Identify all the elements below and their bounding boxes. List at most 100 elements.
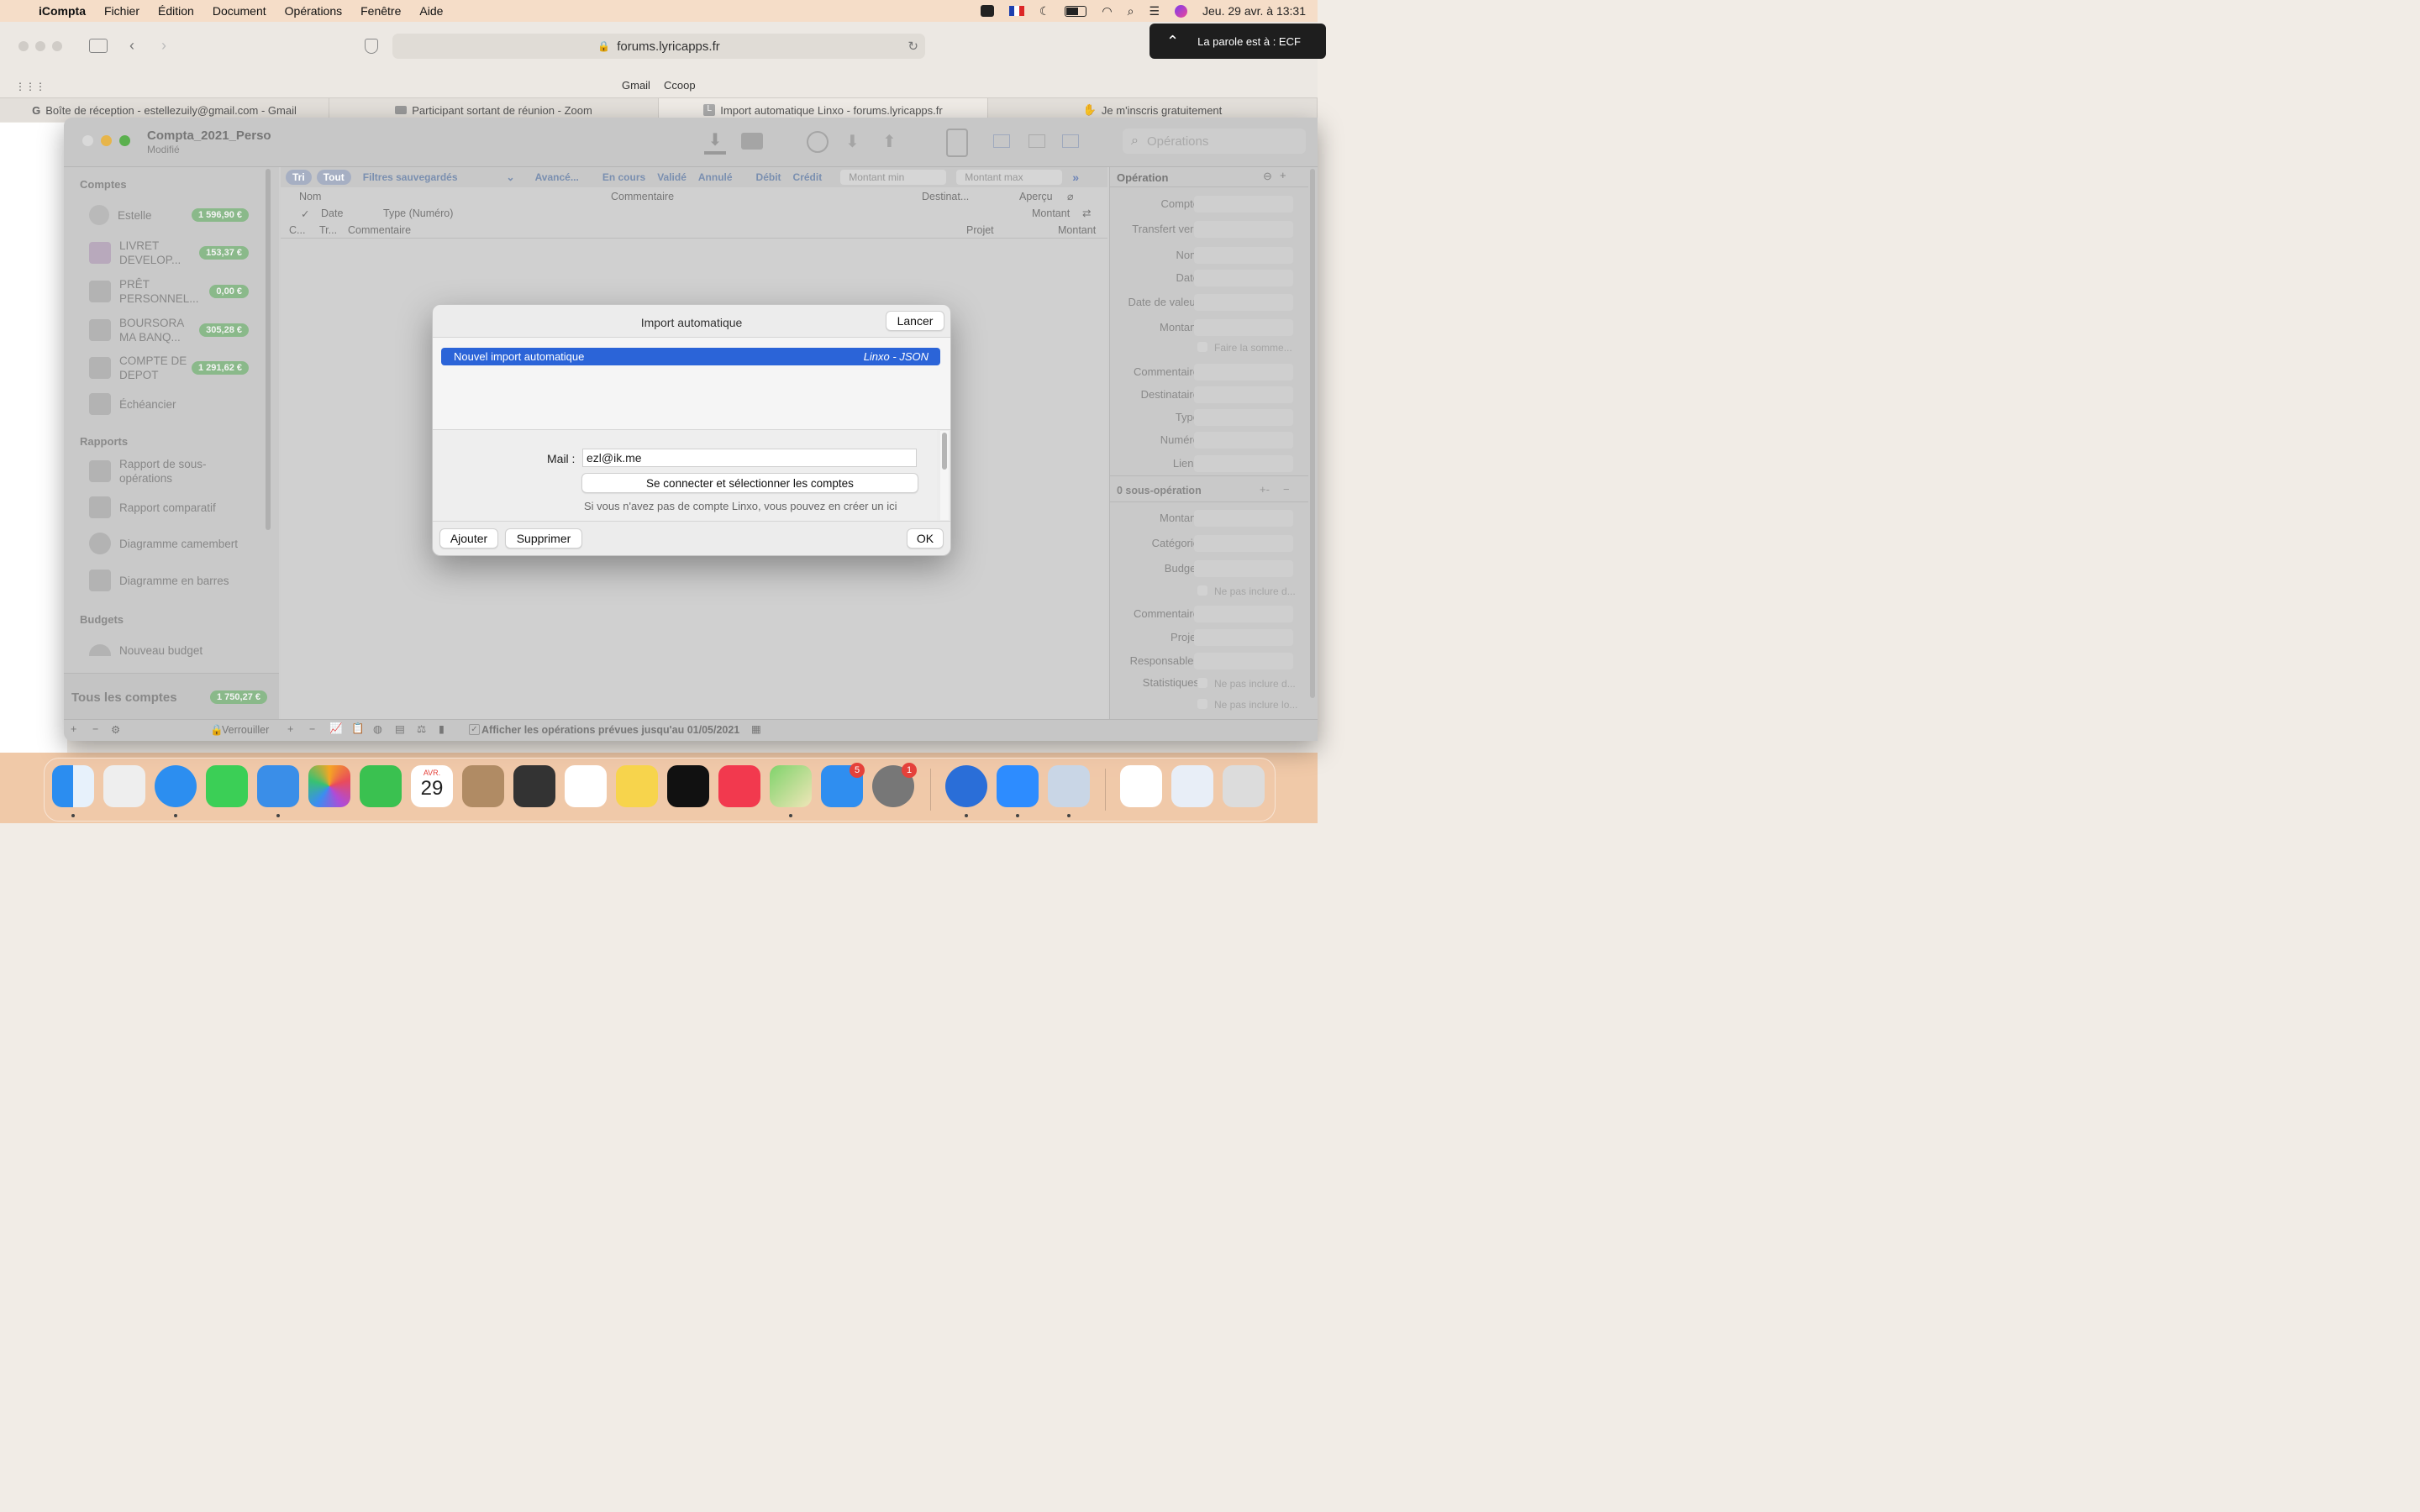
- mail-input[interactable]: ezl@ik.me: [582, 449, 917, 467]
- sidebar-report-compare[interactable]: Rapport comparatif: [89, 491, 249, 524]
- sidebar-toggle-icon[interactable]: [89, 39, 108, 53]
- control-center-icon[interactable]: ☰: [1149, 4, 1160, 18]
- filter-advanced[interactable]: Avancé...: [535, 171, 579, 183]
- battery-icon[interactable]: [1065, 5, 1087, 17]
- preview-icon[interactable]: [1048, 765, 1090, 807]
- clipboard-icon[interactable]: 📋: [351, 722, 365, 735]
- messages-icon[interactable]: [206, 765, 248, 807]
- zoom-app-icon[interactable]: [997, 765, 1039, 807]
- add-sub-icon[interactable]: +-: [1260, 483, 1270, 496]
- globe-icon[interactable]: ◍: [373, 722, 382, 735]
- connect-button[interactable]: Se connecter et sélectionner les comptes: [581, 473, 918, 493]
- window-minimize-button[interactable]: [101, 135, 112, 146]
- notification-banner[interactable]: ⌃ La parole est à : ECF: [1150, 24, 1326, 59]
- search-field[interactable]: ⌕ Opérations: [1123, 129, 1306, 154]
- col-comment[interactable]: Commentaire: [611, 191, 674, 202]
- menu-aide[interactable]: Aide: [419, 4, 443, 18]
- table-icon[interactable]: ▦: [751, 722, 761, 735]
- launch-button[interactable]: Lancer: [886, 311, 944, 331]
- links-combo[interactable]: [1194, 455, 1293, 472]
- launchpad-icon[interactable]: [103, 765, 145, 807]
- reminders-icon[interactable]: [565, 765, 607, 807]
- address-bar[interactable]: 🔒 forums.lyricapps.fr ↻: [392, 34, 925, 59]
- print-icon[interactable]: [741, 133, 763, 150]
- create-account-hint[interactable]: Si vous n'avez pas de compte Linxo, vous…: [584, 500, 897, 512]
- tv-icon[interactable]: [667, 765, 709, 807]
- forward-icon[interactable]: ›: [161, 37, 166, 55]
- menu-document[interactable]: Document: [213, 4, 266, 18]
- numbers-document-icon[interactable]: [1120, 765, 1162, 807]
- photos-icon[interactable]: [308, 765, 350, 807]
- settings-scrollbar-thumb[interactable]: [942, 433, 947, 470]
- chevron-up-icon[interactable]: ⌃: [1166, 33, 1179, 50]
- value-date-field[interactable]: [1194, 294, 1293, 311]
- project-combo[interactable]: [1194, 629, 1293, 646]
- sidebar-account-depot[interactable]: COMPTE DE DEPOT 1 291,62 €: [89, 351, 249, 385]
- import-row-selected[interactable]: Nouvel import automatique Linxo - JSON: [441, 348, 940, 365]
- budget-select[interactable]: [1194, 560, 1293, 577]
- moon-icon[interactable]: ☾: [1039, 4, 1050, 18]
- type-combo[interactable]: [1194, 409, 1293, 426]
- document-stack-icon[interactable]: [1171, 765, 1213, 807]
- filter-debit[interactable]: Débit: [756, 171, 781, 183]
- sub-comment-combo[interactable]: [1194, 606, 1293, 622]
- col-preview[interactable]: Aperçu: [1019, 191, 1053, 202]
- remove-operation-icon[interactable]: −: [309, 723, 315, 735]
- col-sub-amount[interactable]: Montant: [1058, 224, 1096, 236]
- menu-app-name[interactable]: iCompta: [39, 4, 86, 18]
- safari-icon[interactable]: [155, 765, 197, 807]
- filter-saved[interactable]: Filtres sauvegardés: [363, 171, 458, 183]
- minimize-button[interactable]: [35, 41, 45, 51]
- facetime-icon[interactable]: [360, 765, 402, 807]
- add-operation-icon[interactable]: +: [287, 723, 293, 735]
- mail-icon[interactable]: [257, 765, 299, 807]
- music-icon[interactable]: [718, 765, 760, 807]
- zoom-status-icon[interactable]: [980, 5, 994, 17]
- sidebar-account-boursora[interactable]: BOURSORA MA BANQ... 305,28 €: [89, 313, 249, 347]
- card-icon[interactable]: ▤: [395, 722, 405, 735]
- apps-grid-icon[interactable]: ⋮⋮⋮: [15, 81, 45, 92]
- col-date[interactable]: Date: [321, 207, 343, 219]
- left-panel-icon[interactable]: [993, 134, 1010, 148]
- sidebar-account-livret[interactable]: LIVRET DEVELOP... 153,37 €: [89, 236, 249, 270]
- calendar-icon[interactable]: AVR. 29: [411, 765, 453, 807]
- filter-all[interactable]: Tout: [316, 170, 351, 185]
- delete-button[interactable]: Supprimer: [505, 528, 582, 549]
- icompta-icon[interactable]: [945, 765, 987, 807]
- bottom-panel-icon[interactable]: [1028, 134, 1045, 148]
- window-zoom-button[interactable]: [119, 135, 130, 146]
- account-select[interactable]: [1194, 196, 1293, 213]
- amount-field[interactable]: [1194, 319, 1293, 336]
- shield-icon[interactable]: [365, 39, 378, 54]
- sidebar-account-pret[interactable]: PRÊT PERSONNEL... 0,00 €: [89, 275, 249, 308]
- clock[interactable]: Jeu. 29 avr. à 13:31: [1202, 4, 1306, 18]
- transfer-select[interactable]: [1194, 221, 1293, 238]
- chart-icon[interactable]: 📈: [329, 722, 343, 735]
- reload-icon[interactable]: ↻: [908, 39, 918, 54]
- col-c[interactable]: C...: [289, 224, 305, 236]
- plus-icon[interactable]: +: [1280, 169, 1286, 181]
- calculator-icon[interactable]: [946, 129, 968, 157]
- flag-icon[interactable]: [1008, 6, 1024, 16]
- add-account-icon[interactable]: +: [71, 723, 76, 735]
- scale-icon[interactable]: ⚖: [417, 722, 426, 735]
- right-panel-icon[interactable]: [1062, 134, 1079, 148]
- col-recipient[interactable]: Destinat...: [922, 191, 969, 202]
- settings-scrollbar-track[interactable]: [940, 431, 949, 520]
- notes-icon[interactable]: [616, 765, 658, 807]
- calculator-icon[interactable]: [513, 765, 555, 807]
- import-icon[interactable]: ⬇: [704, 129, 726, 155]
- amount-max-field[interactable]: Montant max: [956, 170, 1063, 185]
- number-combo[interactable]: [1194, 432, 1293, 449]
- menu-operations[interactable]: Opérations: [285, 4, 342, 18]
- date-field[interactable]: [1194, 270, 1293, 286]
- col-tr[interactable]: Tr...: [319, 224, 337, 236]
- bookmark-ccoop[interactable]: Ccoop: [664, 79, 696, 92]
- siri-icon[interactable]: [1175, 4, 1188, 18]
- finder-icon[interactable]: [52, 765, 94, 807]
- filter-in-progress[interactable]: En cours: [602, 171, 645, 183]
- double-chevron-icon[interactable]: »: [1072, 171, 1079, 184]
- sum-checkbox[interactable]: [1197, 342, 1207, 352]
- show-planned-checkbox[interactable]: ✓: [469, 724, 480, 735]
- sidebar-report-subops[interactable]: Rapport de sous-opérations: [89, 454, 249, 488]
